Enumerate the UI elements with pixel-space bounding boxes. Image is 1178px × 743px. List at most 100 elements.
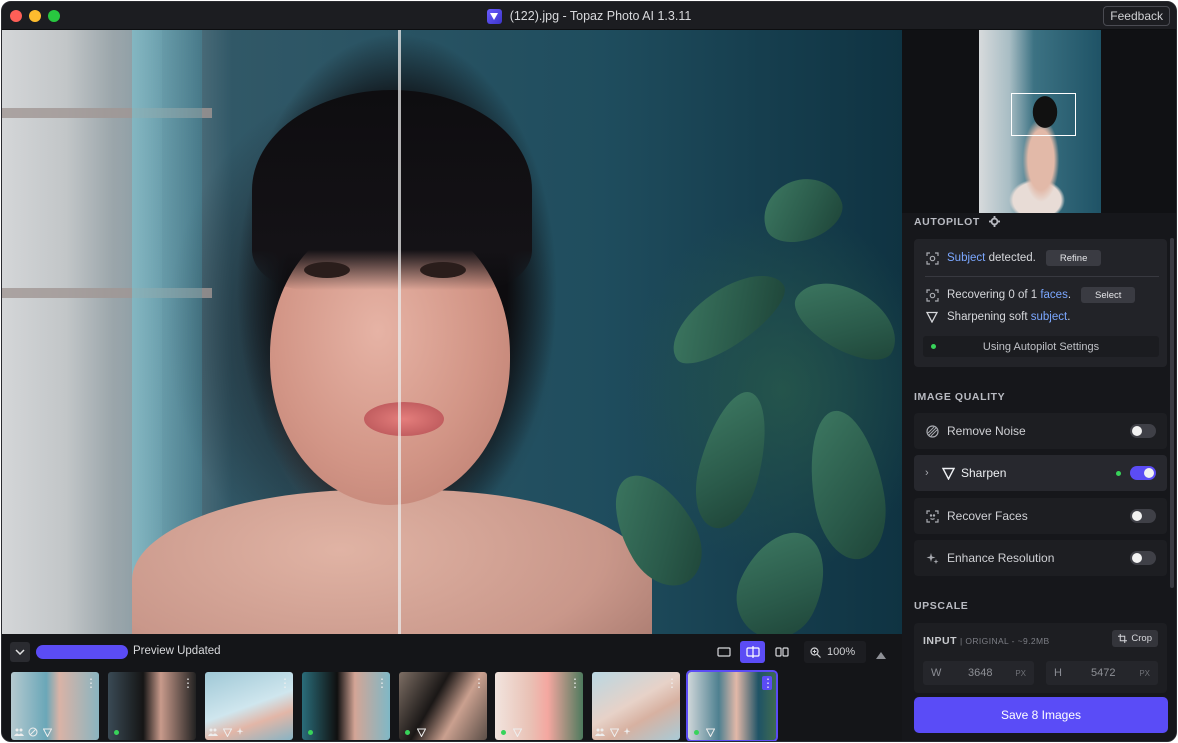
processed-status-dot [691, 727, 701, 737]
sharpen-icon [222, 727, 232, 737]
enhance-resolution-toggle[interactable] [1130, 551, 1156, 565]
subject-people-icon [208, 727, 218, 737]
title-bar: (122).jpg - Topaz Photo AI 1.3.11 Feedba… [2, 2, 1176, 30]
autopilot-panel: Subject detected. Refine Recovering 0 of… [914, 239, 1167, 367]
preview-status: Preview Updated [133, 645, 221, 657]
app-window: (122).jpg - Topaz Photo AI 1.3.11 Feedba… [1, 1, 1177, 742]
subject-detect-icon [925, 251, 939, 265]
subject-people-icon [14, 727, 24, 737]
thumbnail[interactable]: ⋮ [592, 672, 680, 740]
upscale-header: UPSCALE [914, 600, 969, 612]
window-title: (122).jpg - Topaz Photo AI 1.3.11 [2, 2, 1176, 30]
sharpen-icon [609, 727, 619, 737]
recover-faces-row[interactable]: Recover Faces [914, 498, 1167, 534]
processed-status-dot [111, 727, 121, 737]
gear-icon[interactable] [989, 216, 1001, 230]
more-options-icon[interactable]: ⋮ [376, 676, 388, 690]
thumbnail[interactable]: ⋮ [11, 672, 99, 740]
single-view-icon [716, 647, 731, 657]
sharpen-toggle[interactable] [1130, 466, 1156, 480]
processed-status-dot [305, 727, 315, 737]
crop-icon [1118, 634, 1128, 643]
collapse-filmstrip-button[interactable] [10, 642, 30, 662]
autopilot-settings-button[interactable]: Using Autopilot Settings [923, 336, 1159, 357]
enhance-resolution-icon [236, 727, 246, 737]
panel-scrollbar[interactable] [1170, 238, 1174, 588]
processed-status-dot [402, 727, 412, 737]
recover-faces-toggle[interactable] [1130, 509, 1156, 523]
image-quality-header: IMAGE QUALITY [914, 391, 1006, 403]
autopilot-header: AUTOPILOT [914, 216, 1001, 230]
bottom-bar: Preview Updated 100% ⋮ ⋮ ⋮ ⋮ ⋮ ⋮ ⋮ ⋮ [2, 634, 902, 741]
more-options-icon[interactable]: ⋮ [762, 676, 774, 690]
view-mode-group [711, 641, 794, 663]
navigator-thumbnail[interactable] [979, 30, 1101, 213]
thumbnail[interactable]: ⋮ [495, 672, 583, 740]
split-view-button[interactable] [740, 641, 765, 663]
more-options-icon[interactable]: ⋮ [473, 676, 485, 690]
enhance-resolution-icon [623, 727, 633, 737]
remove-noise-toggle[interactable] [1130, 424, 1156, 438]
sharpen-icon [925, 310, 939, 324]
recover-faces-icon [925, 509, 939, 523]
recover-faces-label: Recover Faces [947, 509, 1028, 523]
thumbnail[interactable]: ⋮ [205, 672, 293, 740]
refine-button[interactable]: Refine [1045, 250, 1102, 266]
more-options-icon[interactable]: ⋮ [279, 676, 291, 690]
thumbnail-selected[interactable]: ⋮ [686, 670, 778, 741]
divider [925, 276, 1159, 277]
input-label: INPUT [923, 635, 957, 647]
enhance-resolution-row[interactable]: Enhance Resolution [914, 540, 1167, 576]
more-options-icon[interactable]: ⋮ [666, 676, 678, 690]
sharpening-row: Sharpening soft subject. [925, 310, 1070, 324]
upscale-panel: INPUT | ORIGINAL - ~9.2MB Crop W 3648 PX… [914, 623, 1167, 693]
crop-button[interactable]: Crop [1112, 630, 1158, 647]
thumbnail[interactable]: ⋮ [399, 672, 487, 740]
split-view-icon [745, 646, 760, 658]
autopilot-label: AUTOPILOT [914, 216, 980, 228]
side-by-side-view-button[interactable] [769, 641, 794, 663]
faces-link[interactable]: faces [1040, 289, 1068, 301]
side-panel: AUTOPILOT Subject detected. Refine Recov… [902, 30, 1176, 741]
sharpen-status-dot [1116, 471, 1121, 476]
save-images-button[interactable]: Save 8 Images [914, 697, 1168, 733]
zoom-menu-button[interactable] [876, 646, 886, 664]
remove-noise-row[interactable]: Remove Noise [914, 413, 1167, 449]
subject-link-2[interactable]: subject [1031, 311, 1067, 323]
sharpen-icon [416, 727, 426, 737]
thumbnail[interactable]: ⋮ [108, 672, 196, 740]
more-options-icon[interactable]: ⋮ [182, 676, 194, 690]
image-preview[interactable] [2, 30, 902, 634]
subject-link[interactable]: Subject [947, 252, 985, 264]
comparison-split-handle[interactable] [398, 30, 401, 634]
sharpen-icon [705, 727, 715, 737]
subject-detected-row: Subject detected. Refine [925, 250, 1102, 266]
sharpen-row[interactable]: › Sharpen [914, 455, 1167, 491]
more-options-icon[interactable]: ⋮ [569, 676, 581, 690]
navigator-viewport-rect[interactable] [1011, 93, 1076, 136]
triangle-up-icon [876, 652, 886, 659]
sharpen-icon [941, 466, 955, 480]
window-title-text: (122).jpg - Topaz Photo AI 1.3.11 [509, 9, 692, 23]
remove-noise-label: Remove Noise [947, 424, 1026, 438]
thumbnail[interactable]: ⋮ [302, 672, 390, 740]
height-field[interactable]: H 5472 PX [1046, 661, 1158, 685]
processed-status-dot [498, 727, 508, 737]
subject-people-icon [595, 727, 605, 737]
side-by-side-view-icon [774, 647, 789, 657]
enhance-resolution-icon [925, 551, 939, 565]
remove-noise-icon [925, 424, 939, 438]
select-faces-button[interactable]: Select [1081, 287, 1136, 303]
sharpen-label: Sharpen [961, 466, 1007, 480]
zoom-control[interactable]: 100% [804, 641, 866, 663]
topaz-logo-icon [486, 8, 502, 24]
feedback-button[interactable]: Feedback [1103, 6, 1170, 26]
face-detect-icon [925, 288, 939, 302]
enhance-resolution-label: Enhance Resolution [947, 551, 1055, 565]
chevron-right-icon[interactable]: › [925, 467, 929, 479]
single-view-button[interactable] [711, 641, 736, 663]
more-options-icon[interactable]: ⋮ [85, 676, 97, 690]
status-dot [931, 344, 936, 349]
recovering-faces-row: Recovering 0 of 1 faces. Select [925, 287, 1136, 303]
width-field[interactable]: W 3648 PX [923, 661, 1034, 685]
